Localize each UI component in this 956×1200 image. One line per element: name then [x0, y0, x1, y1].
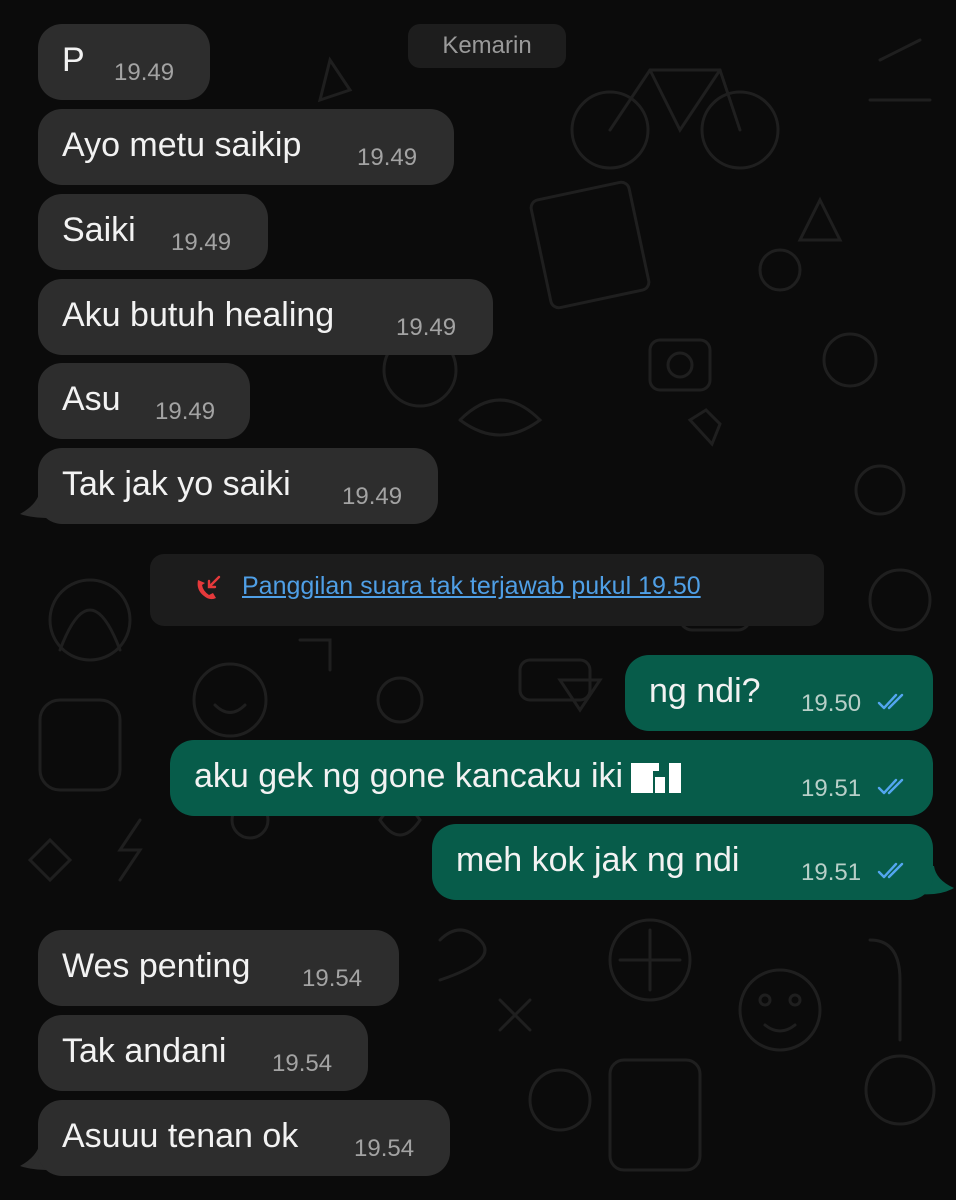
message-text: ng ndi? [649, 672, 761, 710]
message-text: aku gek ng gone kancaku iki [194, 757, 697, 796]
message-time: 19.49 [357, 144, 418, 171]
message-text: Ayo metu saikip [62, 126, 302, 164]
read-ticks-icon [877, 778, 904, 795]
incoming-message[interactable]: Saiki 19.49 [38, 194, 268, 270]
message-text: P [62, 41, 85, 79]
message-text: Wes penting [62, 947, 251, 985]
missed-call-link[interactable]: Panggilan suara tak terjawab pukul 19.50 [242, 572, 701, 601]
incoming-message[interactable]: P 19.49 [38, 24, 210, 100]
read-ticks-icon [877, 862, 904, 879]
read-ticks-icon [877, 693, 904, 710]
incoming-message[interactable]: Asu 19.49 [38, 363, 250, 439]
message-time: 19.49 [342, 483, 403, 510]
message-text: Asu [62, 380, 121, 418]
redacted-emoji [629, 763, 697, 794]
incoming-message[interactable]: Tak andani 19.54 [38, 1015, 368, 1091]
message-time: 19.54 [272, 1050, 333, 1077]
outgoing-message[interactable]: ng ndi? 19.50 [625, 655, 933, 731]
message-time: 19.49 [114, 59, 175, 86]
message-text: meh kok jak ng ndi [456, 841, 740, 879]
incoming-message[interactable]: Aku butuh healing 19.49 [38, 279, 493, 355]
message-time: 19.51 [801, 775, 862, 802]
incoming-message[interactable]: Ayo metu saikip 19.49 [38, 109, 454, 185]
incoming-message[interactable]: Tak jak yo saiki 19.49 [38, 448, 438, 524]
outgoing-message[interactable]: aku gek ng gone kancaku iki 19.51 [170, 740, 933, 816]
incoming-message[interactable]: Asuuu tenan ok 19.54 [38, 1100, 450, 1176]
message-time: 19.49 [171, 229, 232, 256]
message-text: Tak jak yo saiki [62, 465, 291, 503]
message-time: 19.51 [801, 859, 862, 886]
message-text: Aku butuh healing [62, 296, 335, 334]
incoming-message[interactable]: Wes penting 19.54 [38, 930, 399, 1006]
message-time: 19.50 [801, 690, 862, 717]
date-separator: Kemarin [408, 24, 566, 68]
message-text: Asuuu tenan ok [62, 1117, 299, 1155]
message-time: 19.54 [354, 1135, 415, 1162]
message-text: Tak andani [62, 1032, 227, 1070]
message-text: Saiki [62, 211, 136, 249]
missed-call-icon [197, 575, 221, 600]
outgoing-message[interactable]: meh kok jak ng ndi 19.51 [432, 824, 933, 900]
message-time: 19.49 [396, 314, 457, 341]
message-time: 19.49 [155, 398, 216, 425]
missed-call-notice[interactable]: Panggilan suara tak terjawab pukul 19.50 [150, 554, 824, 626]
message-time: 19.54 [302, 965, 363, 992]
